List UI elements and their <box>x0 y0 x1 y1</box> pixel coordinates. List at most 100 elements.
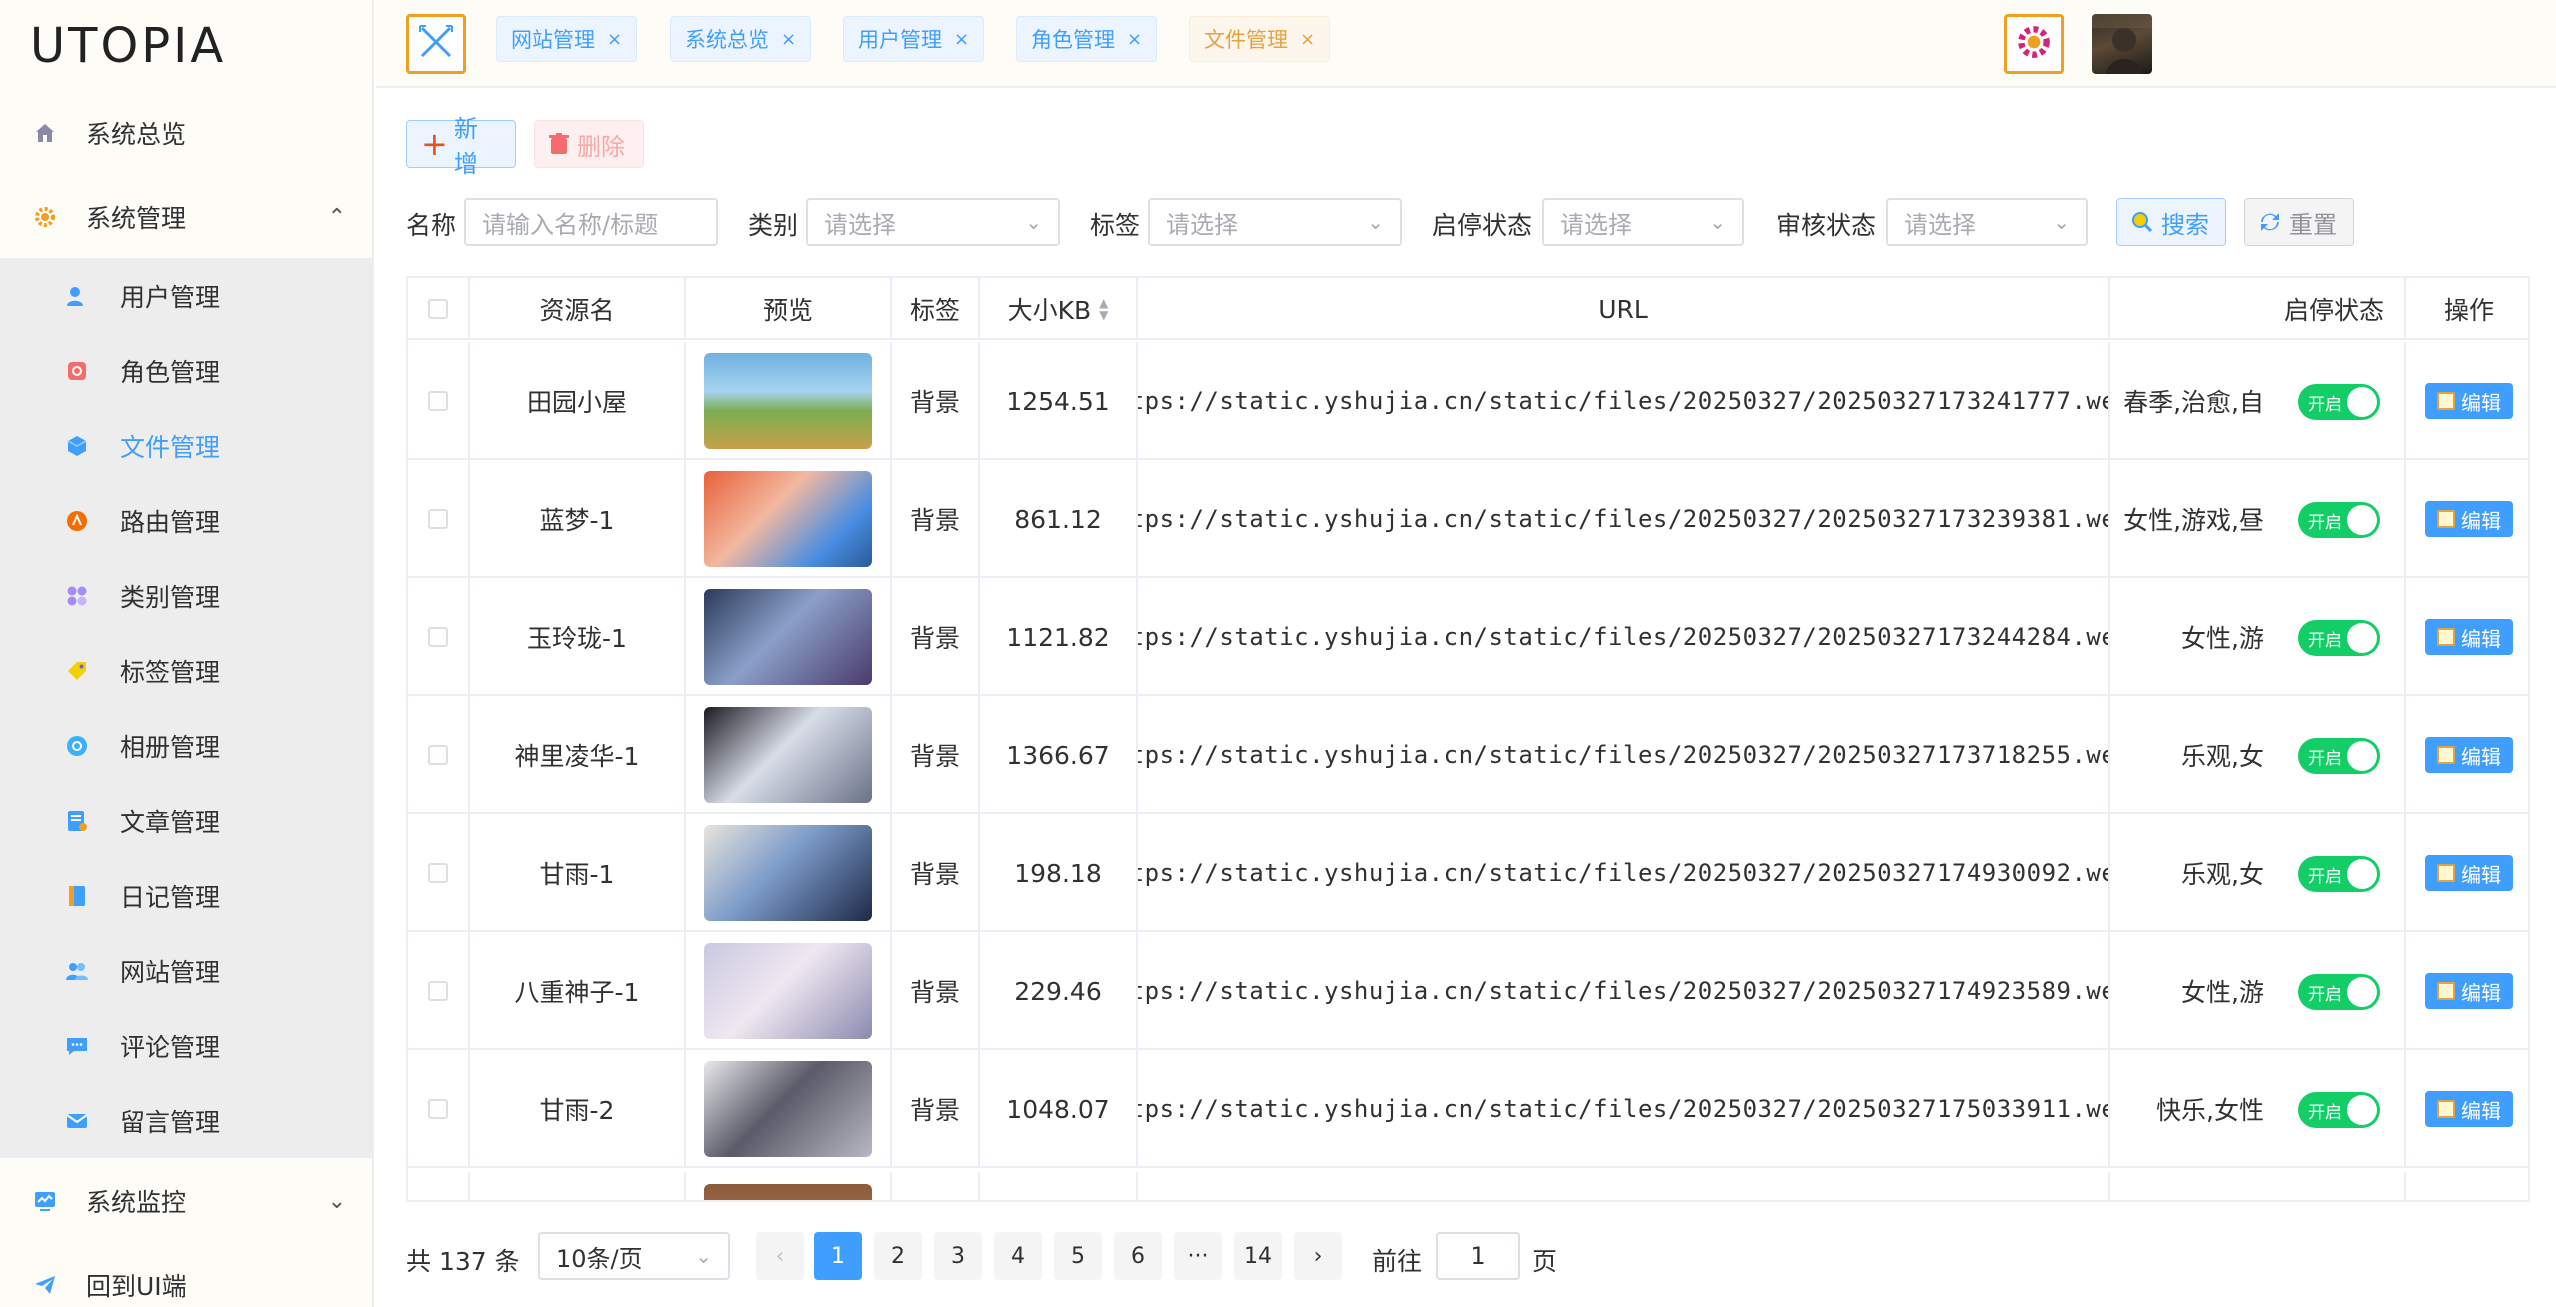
menu-label: 系统总览 <box>86 120 187 149</box>
sidebar-item-diaries[interactable]: 日记管理 <box>0 858 374 933</box>
preview-thumbnail[interactable] <box>704 589 872 685</box>
settings-button[interactable] <box>2004 14 2064 74</box>
close-icon[interactable]: × <box>1127 29 1142 50</box>
enable-status-select[interactable]: 请选择 ⌄ <box>1542 198 1744 246</box>
search-button[interactable]: 搜索 <box>2116 198 2226 246</box>
edit-button[interactable]: 编辑 <box>2425 501 2513 537</box>
tab-files[interactable]: 文件管理 × <box>1189 16 1331 62</box>
chevron-down-icon: ⌄ <box>1367 210 1384 234</box>
page-button[interactable]: 14 <box>1234 1232 1282 1280</box>
menu-item-system[interactable]: 系统管理 ⌃ <box>0 182 374 252</box>
preview-thumbnail[interactable] <box>704 353 872 449</box>
page-button[interactable]: 4 <box>994 1232 1042 1280</box>
sidebar-item-messages[interactable]: 留言管理 <box>0 1083 374 1158</box>
chevron-right-icon: › <box>1313 1243 1323 1269</box>
delete-button[interactable]: 删除 <box>534 120 644 168</box>
row-checkbox[interactable] <box>428 391 448 411</box>
close-icon[interactable]: × <box>954 29 969 50</box>
sidebar-item-roles[interactable]: 角色管理 <box>0 333 374 408</box>
row-checkbox[interactable] <box>428 745 448 765</box>
tab-website[interactable]: 网站管理 × <box>496 16 638 62</box>
edit-button[interactable]: 编辑 <box>2425 973 2513 1009</box>
close-icon[interactable]: × <box>607 29 622 50</box>
sidebar-item-routes[interactable]: 路由管理 <box>0 483 374 558</box>
row-checkbox[interactable] <box>428 627 448 647</box>
tag-cell: 背景 <box>892 932 980 1050</box>
avatar[interactable] <box>2092 14 2152 74</box>
reset-button[interactable]: 重置 <box>2244 198 2354 246</box>
goto-page-input[interactable]: 1 <box>1436 1232 1520 1280</box>
page-button[interactable]: 1 <box>814 1232 862 1280</box>
table-row: 神里凌华-1 背景 1366.67 https://static.yshujia.cn… <box>408 696 2528 814</box>
edit-button[interactable]: 编辑 <box>2425 855 2513 891</box>
header-name: 资源名 <box>470 278 686 340</box>
name-search-input[interactable]: 请输入名称/标题 <box>464 198 718 246</box>
select-all-checkbox[interactable] <box>428 299 448 319</box>
next-page-button[interactable]: › <box>1294 1232 1342 1280</box>
row-checkbox[interactable] <box>428 509 448 529</box>
close-icon[interactable]: × <box>781 29 796 50</box>
reset-label: 重置 <box>2289 210 2337 239</box>
sidebar-item-label: 用户管理 <box>120 282 221 312</box>
preview-thumbnail[interactable] <box>704 1061 872 1157</box>
edit-button[interactable]: 编辑 <box>2425 619 2513 655</box>
enable-switch[interactable]: 开启 <box>2298 384 2380 420</box>
edit-button[interactable]: 编辑 <box>2425 737 2513 773</box>
row-checkbox[interactable] <box>428 863 448 883</box>
enable-switch[interactable]: 开启 <box>2298 738 2380 774</box>
page-button[interactable]: 3 <box>934 1232 982 1280</box>
close-icon[interactable]: × <box>1300 29 1315 50</box>
enable-switch[interactable]: 开启 <box>2298 974 2380 1010</box>
sidebar-item-albums[interactable]: 相册管理 <box>0 708 374 783</box>
enable-switch[interactable]: 开启 <box>2298 1092 2380 1128</box>
row-check-cell <box>408 460 470 578</box>
sidebar-item-websites[interactable]: 网站管理 <box>0 933 374 1008</box>
sidebar-item-users[interactable]: 用户管理 <box>0 258 374 333</box>
preview-thumbnail[interactable] <box>704 1184 872 1200</box>
enable-switch[interactable]: 开启 <box>2298 856 2380 892</box>
enable-switch[interactable]: 开启 <box>2298 620 2380 656</box>
action-cell: 编辑 <box>2406 578 2528 696</box>
tab-users[interactable]: 用户管理 × <box>843 16 985 62</box>
tag-select[interactable]: 请选择 ⌄ <box>1148 198 1402 246</box>
sidebar-item-comments[interactable]: 评论管理 <box>0 1008 374 1083</box>
sidebar-item-label: 标签管理 <box>120 657 221 687</box>
edit-button[interactable]: 编辑 <box>2425 383 2513 419</box>
row-checkbox[interactable] <box>428 1099 448 1119</box>
preview-thumbnail[interactable] <box>704 707 872 803</box>
sidebar-item-files[interactable]: 文件管理 <box>0 408 374 483</box>
sort-icon[interactable]: ▲ ▼ <box>1099 297 1108 321</box>
review-status-select[interactable]: 请选择 ⌄ <box>1886 198 2088 246</box>
row-checkbox[interactable] <box>428 981 448 1001</box>
page-button[interactable]: 5 <box>1054 1232 1102 1280</box>
tab-overview[interactable]: 系统总览 × <box>670 16 812 62</box>
add-button[interactable]: + 新增 <box>406 115 516 178</box>
resource-tags: 女性,游 <box>2181 978 2264 1007</box>
edit-button[interactable]: 编辑 <box>2425 1091 2513 1127</box>
preview-thumbnail[interactable] <box>704 943 872 1039</box>
header-size[interactable]: 大小KB ▲ ▼ <box>980 278 1138 340</box>
sidebar-item-categories[interactable]: 类别管理 <box>0 558 374 633</box>
preview-thumbnail[interactable] <box>704 825 872 921</box>
edit-icon <box>2437 510 2455 528</box>
menu-item-back-to-ui[interactable]: 回到UI端 <box>0 1250 374 1307</box>
tab-roles[interactable]: 角色管理 × <box>1016 16 1158 62</box>
header-url: URL <box>1138 278 2110 340</box>
collapse-sidebar-button[interactable] <box>406 14 466 74</box>
page-button[interactable]: 6 <box>1114 1232 1162 1280</box>
enable-switch[interactable]: 开启 <box>2298 502 2380 538</box>
page-button[interactable]: 2 <box>874 1232 922 1280</box>
more-pages-button[interactable]: ··· <box>1174 1232 1222 1280</box>
monitor-icon <box>32 1188 58 1214</box>
edit-label: 编辑 <box>2461 626 2501 651</box>
page-size-select[interactable]: 10条/页 ⌄ <box>538 1232 730 1280</box>
category-select[interactable]: 请选择 ⌄ <box>806 198 1060 246</box>
sidebar-item-tags[interactable]: 标签管理 <box>0 633 374 708</box>
menu-item-monitor[interactable]: 系统监控 ⌄ <box>0 1166 374 1236</box>
goto-label: 前往 <box>1372 1247 1423 1276</box>
sidebar-item-articles[interactable]: 文章管理 <box>0 783 374 858</box>
prev-page-button[interactable]: ‹ <box>756 1232 804 1280</box>
table-row: 蓝梦-1 背景 861.12 https://static.yshujia.cn/st… <box>408 460 2528 578</box>
menu-item-overview[interactable]: 系统总览 <box>0 98 374 168</box>
preview-thumbnail[interactable] <box>704 471 872 567</box>
